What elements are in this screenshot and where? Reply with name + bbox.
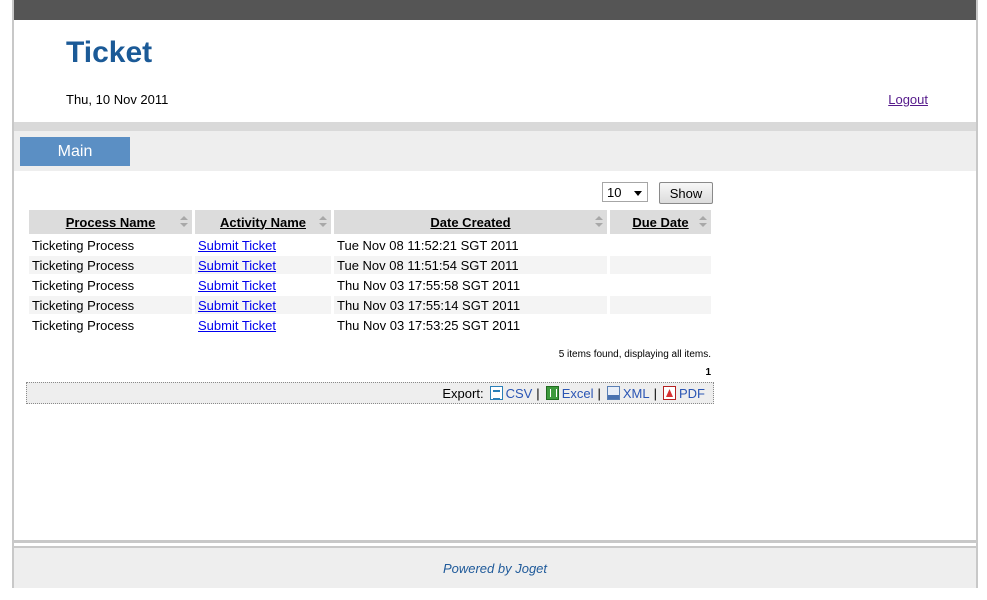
page-size-value: 10 [607,184,622,200]
csv-icon[interactable] [489,386,503,400]
activity-cell: Submit Ticket [195,256,331,274]
column-header-activity-name[interactable]: Activity Name [195,210,331,234]
process-name-cell: Ticketing Process [29,296,192,314]
current-date: Thu, 10 Nov 2011 [66,92,169,107]
activity-link[interactable]: Submit Ticket [198,278,276,293]
app-frame: Ticket Thu, 10 Nov 2011 Logout Main 10 S… [12,0,978,588]
items-found-text: 5 items found, displaying all items. [558,349,711,360]
date-created-cell: Tue Nov 08 11:51:54 SGT 2011 [334,256,607,274]
column-header-process-name[interactable]: Process Name [29,210,192,234]
export-xml-link[interactable]: XML [623,386,650,401]
export-bar: Export: CSV | Excel | XML | PDF [26,382,714,404]
due-date-cell [610,276,711,294]
export-pdf-link[interactable]: PDF [679,386,705,401]
table-row: Ticketing Process Submit Ticket Tue Nov … [29,236,711,254]
show-button[interactable]: Show [659,182,713,204]
due-date-cell [610,256,711,274]
column-header-due-date[interactable]: Due Date [610,210,711,234]
export-label: Export: [442,385,484,401]
activity-cell: Submit Ticket [195,276,331,294]
process-name-cell: Ticketing Process [32,277,135,293]
export-excel-link[interactable]: Excel [562,386,594,401]
powered-by-text: Powered by Joget [442,560,548,576]
table-row: Ticketing Process Submit Ticket Tue Nov … [29,256,711,274]
page-size-select[interactable]: 10 [602,182,648,202]
table-row: Ticketing Process Submit Ticket Thu Nov … [29,316,711,334]
activity-link[interactable]: Submit Ticket [198,258,276,273]
sort-icon [180,216,188,228]
date-created-cell: Thu Nov 03 17:55:58 SGT 2011 [337,277,521,293]
logout-link[interactable]: Logout [888,92,928,107]
footer: Powered by Joget [14,548,976,588]
sort-icon [319,216,327,228]
export-csv-link[interactable]: CSV [506,386,533,401]
export-separator: | [597,385,601,401]
tab-main[interactable]: Main [20,137,130,166]
activity-link[interactable]: Submit Ticket [198,238,276,253]
page-number[interactable]: 1 [514,367,711,378]
footer-divider [14,540,976,548]
page-title: Ticket [66,36,153,69]
sort-icon [595,216,603,228]
activity-cell: Submit Ticket [195,316,331,334]
activity-cell: Submit Ticket [195,236,331,254]
process-name-cell: Ticketing Process [32,237,135,253]
table-row: Ticketing Process Submit Ticket Thu Nov … [29,296,711,314]
process-name-cell: Ticketing Process [32,317,135,333]
sort-icon [699,216,707,228]
xml-icon[interactable] [606,386,620,400]
date-created-cell: Thu Nov 03 17:53:25 SGT 2011 [337,317,521,333]
activity-cell: Submit Ticket [195,296,331,314]
export-separator: | [653,385,657,401]
table-row: Ticketing Process Submit Ticket Thu Nov … [29,276,711,294]
top-bar [14,0,976,20]
pdf-icon[interactable] [663,386,676,400]
excel-icon[interactable] [545,386,559,400]
due-date-cell [610,296,711,314]
export-separator: | [536,385,540,401]
menu-bar: Main [14,131,976,171]
inbox-table: Process Name Activity Name Date Created … [26,208,714,336]
column-header-date-created[interactable]: Date Created [334,210,607,234]
activity-link[interactable]: Submit Ticket [198,318,276,333]
header-divider [14,122,976,131]
activity-link[interactable]: Submit Ticket [198,298,276,313]
chevron-down-icon [634,191,642,196]
process-name-cell: Ticketing Process [29,256,192,274]
date-created-cell: Tue Nov 08 11:52:21 SGT 2011 [337,237,519,253]
due-date-cell [610,316,711,334]
date-created-cell: Thu Nov 03 17:55:14 SGT 2011 [334,296,607,314]
due-date-cell [610,236,711,254]
